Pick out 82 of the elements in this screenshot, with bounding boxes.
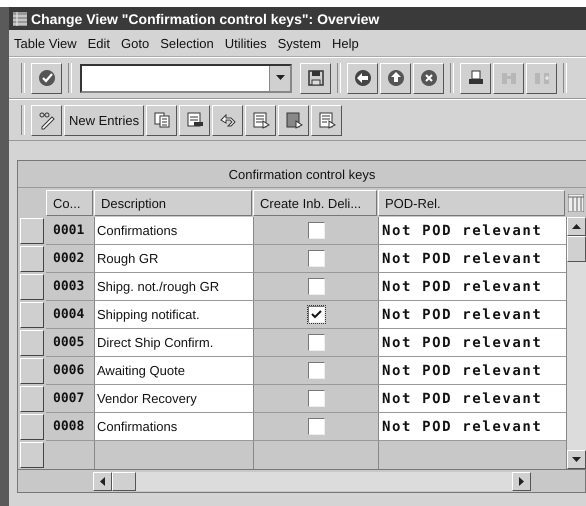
row-selector[interactable] [20,414,44,440]
row-selector[interactable] [20,358,44,384]
deselect-button[interactable] [311,104,342,136]
table-title: Confirmation control keys [18,161,586,188]
description-cell: Confirmations [94,217,253,245]
back-button[interactable] [347,62,378,94]
save-icon [306,68,326,88]
pod-cell: Not POD relevant [378,273,566,301]
column-settings-icon[interactable] [568,194,584,212]
back-icon [352,68,372,88]
cancel-icon [418,68,438,88]
scroll-down-icon [572,457,581,462]
horizontal-scrollbar[interactable] [93,472,531,490]
pod-cell: Not POD relevant [378,245,566,273]
check-icon [310,310,322,319]
pod-cell: Not POD relevant [378,357,566,385]
row-selector[interactable] [20,274,44,300]
select-all-button[interactable] [245,104,276,136]
new-entries-button[interactable]: New Entries [64,104,144,136]
cancel-button[interactable] [413,62,444,94]
description-cell: Vendor Recovery [94,385,253,413]
scroll-left-icon [100,476,105,486]
pod-cell: Not POD relevant [378,301,566,329]
checkmark-icon [36,68,56,88]
row-selector[interactable] [20,246,44,272]
scroll-thumb[interactable] [112,472,136,490]
window-title: Change View "Confirmation control keys": Overview [9,7,586,30]
description-cell: Shipping notificat. [94,301,253,329]
table-icon [12,10,28,26]
menu-item[interactable]: Selection [160,36,214,50]
command-field[interactable] [80,64,292,92]
checkbox[interactable] [308,278,324,295]
enter-button[interactable] [31,62,62,94]
column-header[interactable]: Co... [46,190,93,216]
glasses-pencil-icon [36,110,56,130]
row-selector[interactable] [20,330,44,356]
undo-button[interactable] [212,104,244,136]
select-block-icon [284,110,304,130]
vertical-scrollbar[interactable] [566,217,586,469]
menu-item[interactable]: Help [332,36,359,50]
checkbox[interactable] [308,334,324,351]
menu-item[interactable]: Table View [14,36,77,50]
description-cell: Awaiting Quote [94,357,253,385]
checkbox[interactable] [308,390,324,407]
pod-cell: Not POD relevant [378,413,566,441]
menu-item[interactable]: Goto [121,36,150,50]
column-header[interactable]: Description [94,190,252,216]
print-button[interactable] [460,62,491,94]
delete-button[interactable] [179,104,210,136]
checkbox[interactable] [308,222,324,239]
description-cell: Confirmations [94,413,253,441]
description-cell: Direct Ship Confirm. [94,329,253,357]
pod-cell: Not POD relevant [378,217,566,245]
menu-item[interactable]: Edit [88,36,110,50]
select-all-icon [250,110,271,130]
checkbox[interactable] [308,418,324,435]
pod-cell: Not POD relevant [378,329,566,357]
checkbox[interactable] [308,362,324,379]
description-cell: Rough GR [94,245,253,273]
scroll-up-icon [572,224,581,229]
copy-button[interactable] [146,104,178,136]
row-selector[interactable] [20,302,44,328]
scroll-right-icon [519,476,524,486]
copy-icon [152,110,172,130]
select-block-button[interactable] [278,104,310,136]
save-button[interactable] [300,62,331,94]
row-selector[interactable] [20,442,44,468]
menu-item[interactable]: System [278,36,321,50]
column-header[interactable]: POD-Rel. [378,190,565,216]
column-header[interactable]: Create Inb. Deli... [253,190,377,216]
row-selector[interactable] [20,218,44,244]
scroll-thumb[interactable] [567,236,586,262]
row-selector[interactable] [20,386,44,412]
checkbox[interactable] [308,306,324,323]
deselect-icon [316,110,337,130]
dropdown-caret-icon [276,75,284,81]
description-cell: Shipg. not./rough GR [94,273,253,301]
menu-item[interactable]: Utilities [224,36,267,50]
display-change-button[interactable] [31,104,62,136]
exit-button[interactable] [380,62,411,94]
pod-cell: Not POD relevant [378,385,566,413]
checkbox[interactable] [308,250,324,267]
